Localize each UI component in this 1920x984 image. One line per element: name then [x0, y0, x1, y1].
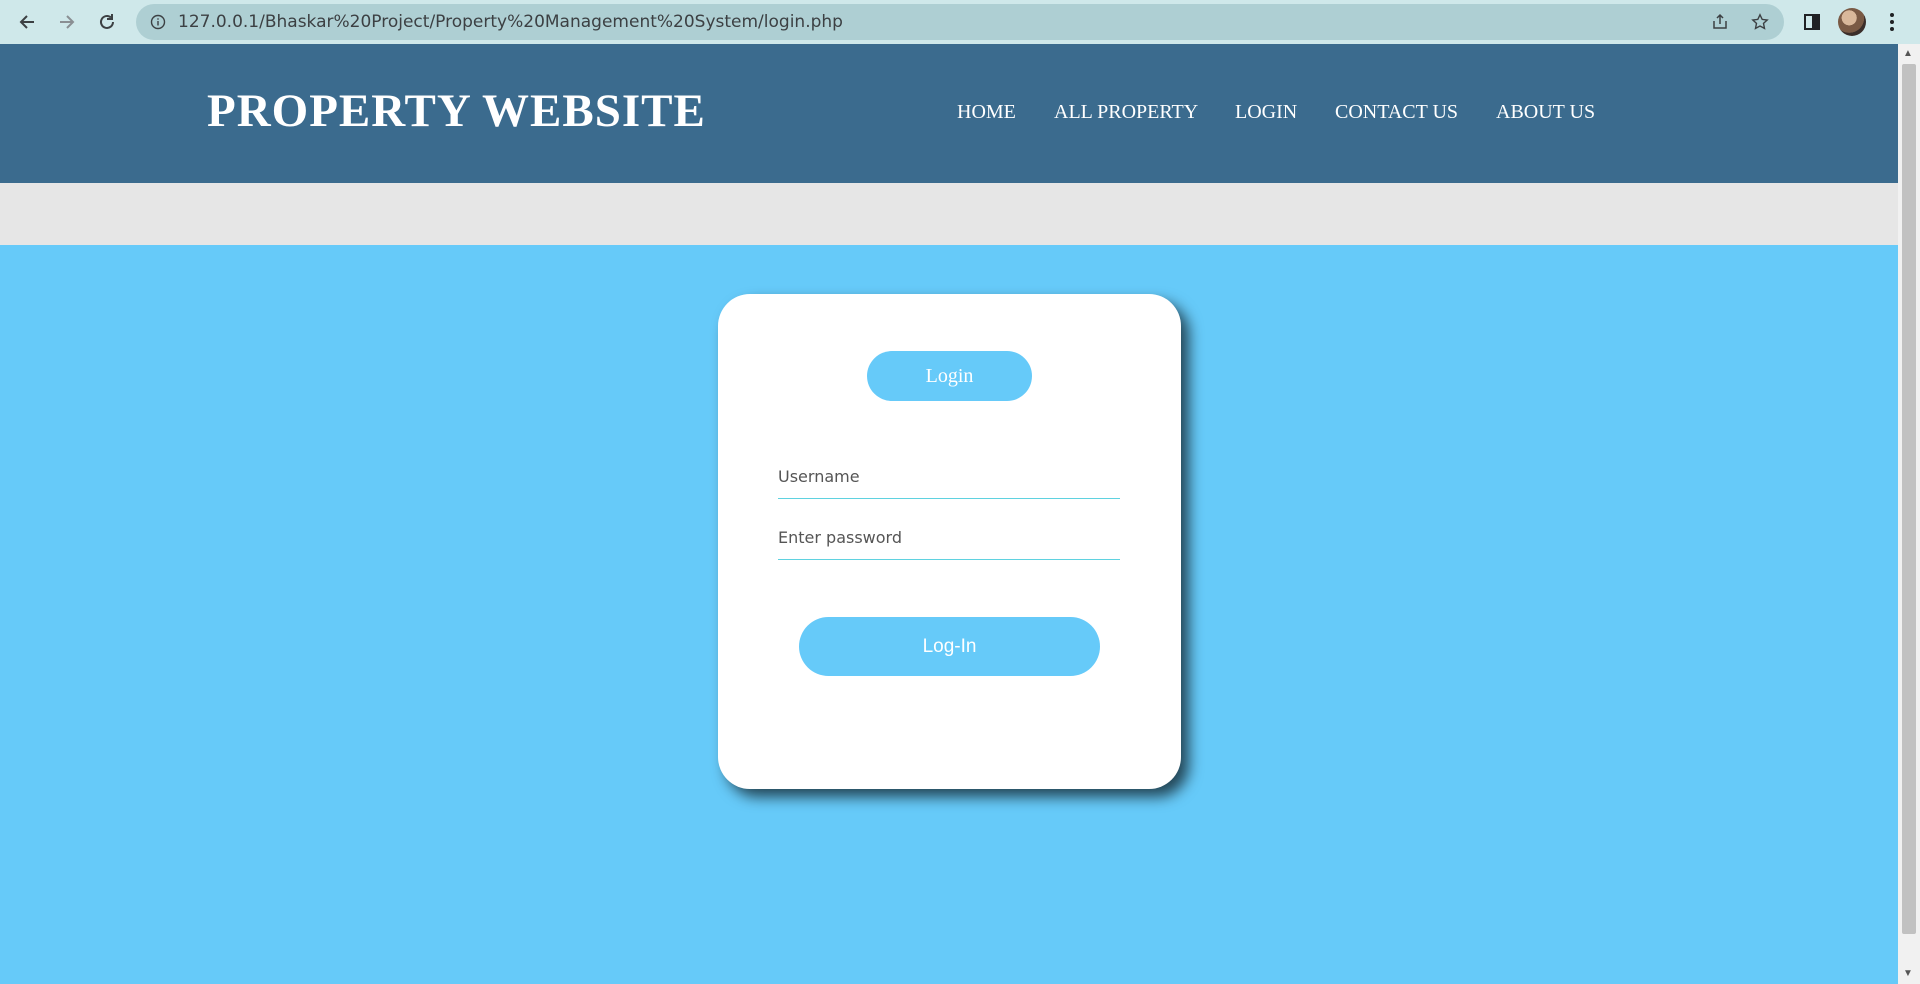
scrollbar[interactable]: ▲ ▼: [1898, 44, 1920, 984]
reload-icon[interactable]: [93, 8, 121, 36]
forward-icon[interactable]: [53, 8, 81, 36]
scroll-down-icon[interactable]: ▼: [1903, 968, 1913, 979]
share-icon[interactable]: [1708, 10, 1732, 34]
star-icon[interactable]: [1748, 10, 1772, 34]
back-icon[interactable]: [13, 8, 41, 36]
more-icon[interactable]: [1878, 8, 1906, 36]
nav-contact-us[interactable]: CONTACT US: [1335, 101, 1458, 124]
login-button[interactable]: Log-In: [799, 617, 1100, 676]
site-header: PROPERTY WEBSITE HOME ALL PROPERTY LOGIN…: [0, 44, 1898, 183]
login-title: Login: [867, 351, 1032, 401]
nav-all-property[interactable]: ALL PROPERTY: [1054, 101, 1198, 124]
nav-home[interactable]: HOME: [957, 101, 1016, 124]
nav-about-us[interactable]: ABOUT US: [1496, 101, 1595, 124]
info-icon[interactable]: [146, 10, 170, 34]
password-field[interactable]: [778, 515, 1120, 560]
side-panel-icon[interactable]: [1798, 8, 1826, 36]
nav-login[interactable]: LOGIN: [1235, 101, 1297, 124]
scroll-thumb[interactable]: [1902, 64, 1916, 934]
browser-toolbar: 127.0.0.1/Bhaskar%20Project/Property%20M…: [0, 0, 1920, 44]
scroll-up-icon[interactable]: ▲: [1903, 48, 1913, 59]
login-card: Login Log-In: [718, 294, 1181, 789]
address-bar[interactable]: 127.0.0.1/Bhaskar%20Project/Property%20M…: [136, 4, 1784, 40]
username-field[interactable]: [778, 454, 1120, 499]
banner-band: [0, 183, 1898, 245]
avatar[interactable]: [1838, 8, 1866, 36]
url-text[interactable]: 127.0.0.1/Bhaskar%20Project/Property%20M…: [178, 4, 843, 40]
site-logo[interactable]: PROPERTY WEBSITE: [207, 84, 706, 138]
